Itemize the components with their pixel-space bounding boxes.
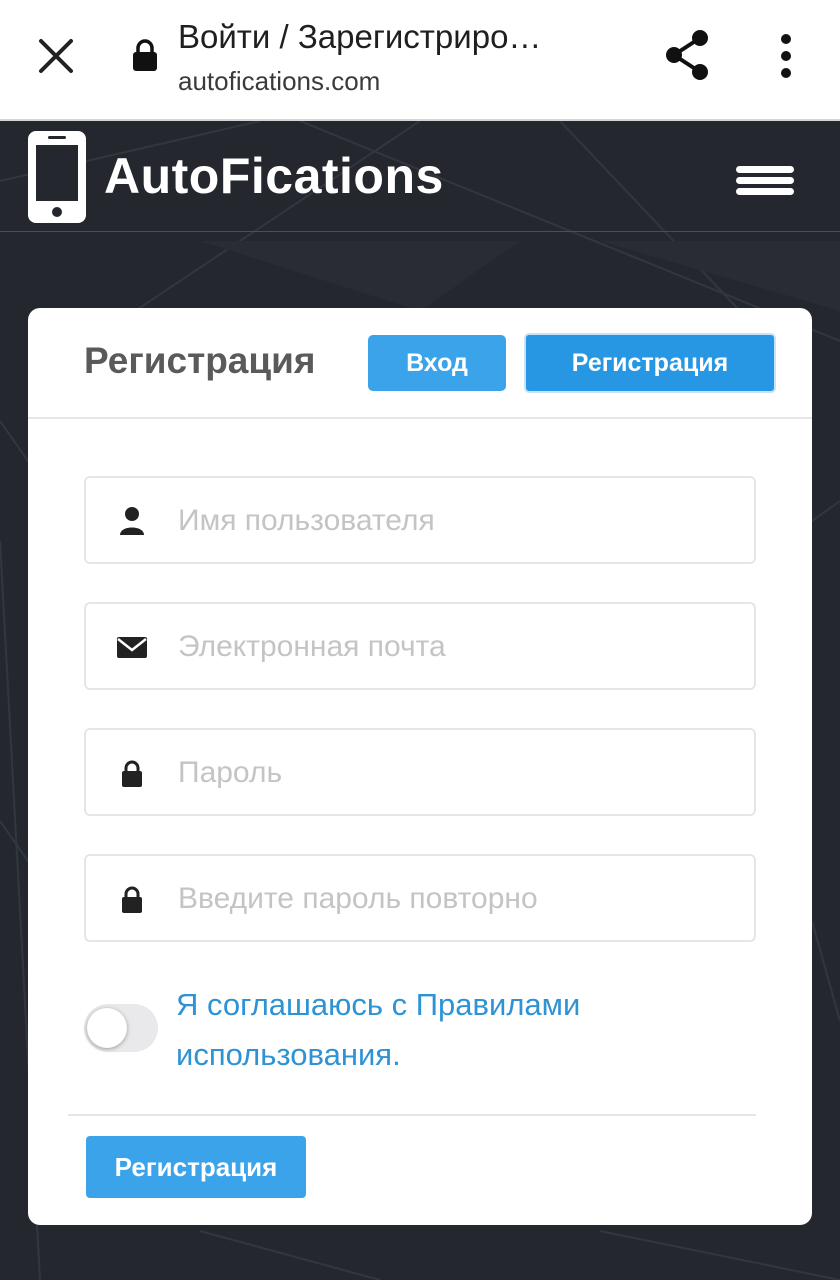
register-tab-button[interactable]: Регистрация [524,333,776,393]
lock-icon [133,39,157,71]
email-input[interactable] [178,622,738,672]
hamburger-icon[interactable] [736,166,794,200]
terms-toggle[interactable] [84,1004,158,1052]
divider [68,1114,756,1116]
site-header: AutoFications [0,121,840,232]
register-submit-button[interactable]: Регистрация [86,1136,306,1198]
username-input[interactable] [178,496,738,546]
email-field[interactable] [84,602,756,690]
username-field[interactable] [84,476,756,564]
more-vert-icon[interactable] [766,30,806,82]
password-field[interactable] [84,728,756,816]
terms-link[interactable]: Я соглашаюсь с Правилами использования. [176,980,696,1080]
share-icon[interactable] [660,26,714,84]
card-header: Регистрация Вход Регистрация [28,308,812,419]
envelope-icon [117,637,147,658]
page-title: Войти / Зарегистриро… [178,18,542,55]
toggle-knob [87,1008,127,1048]
password-repeat-field[interactable] [84,854,756,942]
user-icon [120,507,144,535]
password-repeat-input[interactable] [178,874,738,924]
registration-card: Регистрация Вход Регистрация Я [28,308,812,1225]
browser-toolbar: Войти / Зарегистриро… autofications.com [0,0,840,121]
close-icon[interactable] [30,30,82,82]
card-title: Регистрация [84,340,316,381]
url-text[interactable]: autofications.com [178,66,380,97]
phone-icon[interactable] [26,129,88,225]
password-input[interactable] [178,748,738,798]
login-tab-button[interactable]: Вход [368,335,506,391]
lock-icon [122,886,142,913]
lock-icon [122,760,142,787]
brand-title[interactable]: AutoFications [104,147,444,205]
